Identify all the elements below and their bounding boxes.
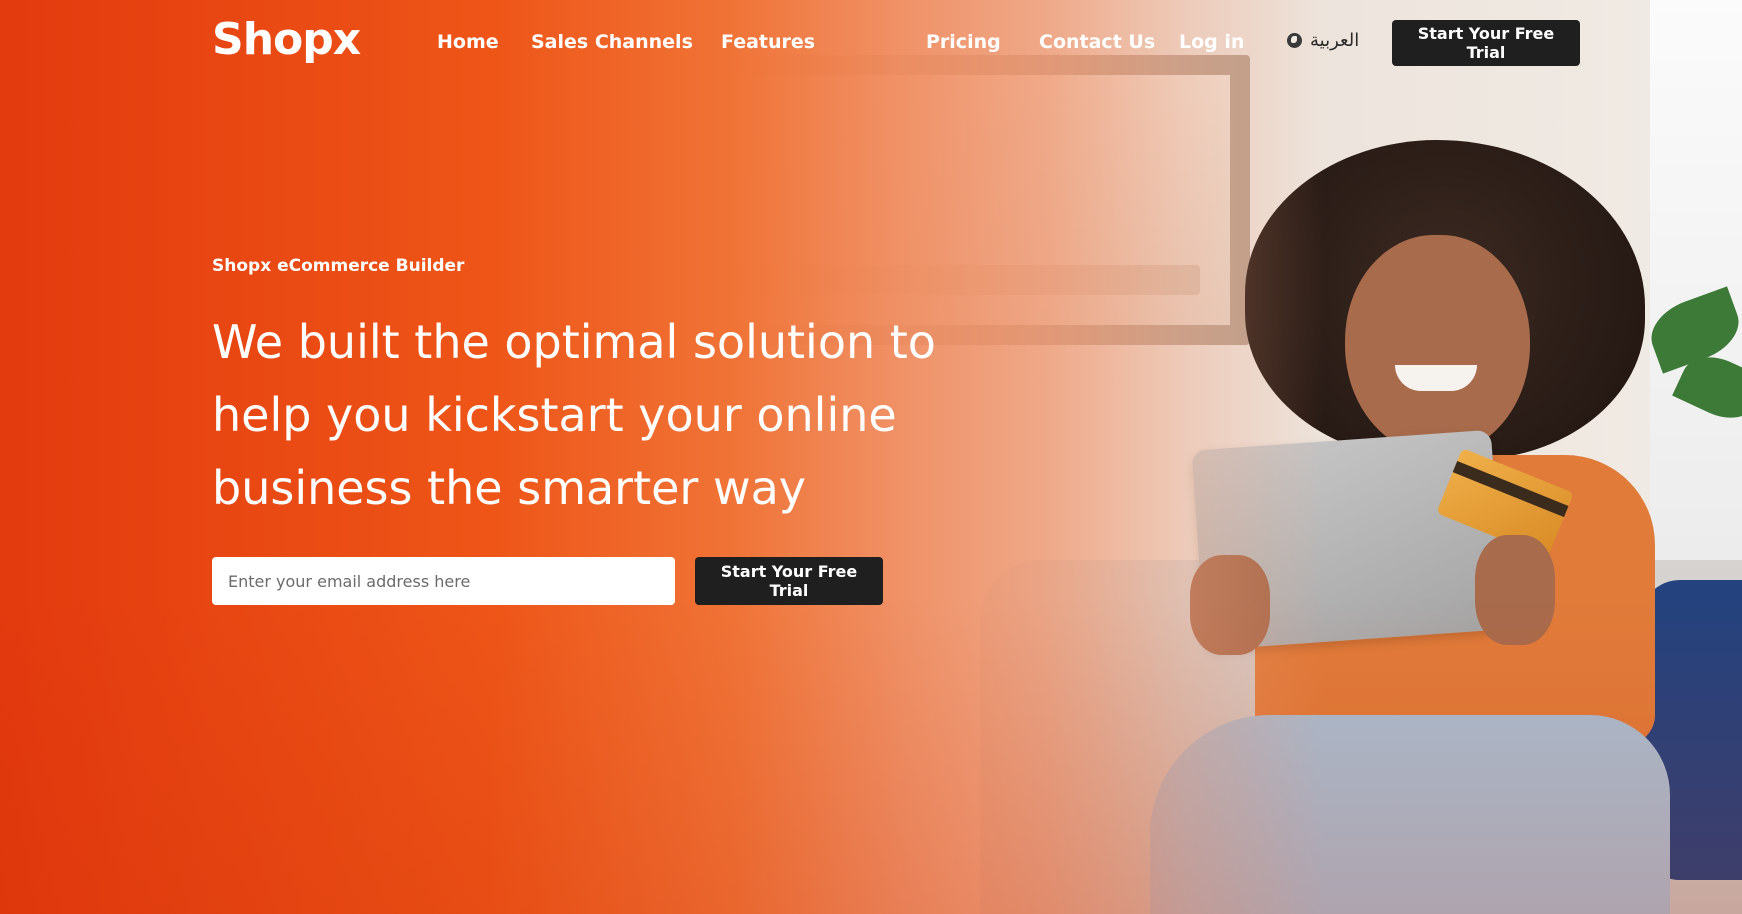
nav-sales-channels[interactable]: Sales Channels: [531, 31, 693, 53]
language-switcher[interactable]: العربية: [1287, 30, 1359, 51]
top-navigation: Shopx Home Sales Channels Features Prici…: [0, 0, 1742, 88]
hero-start-free-trial-button[interactable]: Start Your Free Trial: [695, 557, 883, 605]
header-start-free-trial-button[interactable]: Start Your Free Trial: [1392, 20, 1580, 66]
nav-contact-us[interactable]: Contact Us: [1039, 31, 1155, 53]
nav-features[interactable]: Features: [721, 31, 815, 53]
nav-log-in[interactable]: Log in: [1179, 31, 1244, 53]
language-label: العربية: [1310, 30, 1360, 51]
shopx-logo[interactable]: Shopx: [212, 14, 361, 65]
nav-home[interactable]: Home: [437, 31, 499, 53]
nav-pricing[interactable]: Pricing: [926, 31, 1001, 53]
hero-headline: We built the optimal solution to help yo…: [212, 315, 936, 515]
globe-icon: [1287, 33, 1302, 48]
hero-eyebrow: Shopx eCommerce Builder: [212, 256, 465, 276]
hero-section: Shopx Home Sales Channels Features Prici…: [0, 0, 1742, 914]
email-input[interactable]: [212, 557, 675, 605]
